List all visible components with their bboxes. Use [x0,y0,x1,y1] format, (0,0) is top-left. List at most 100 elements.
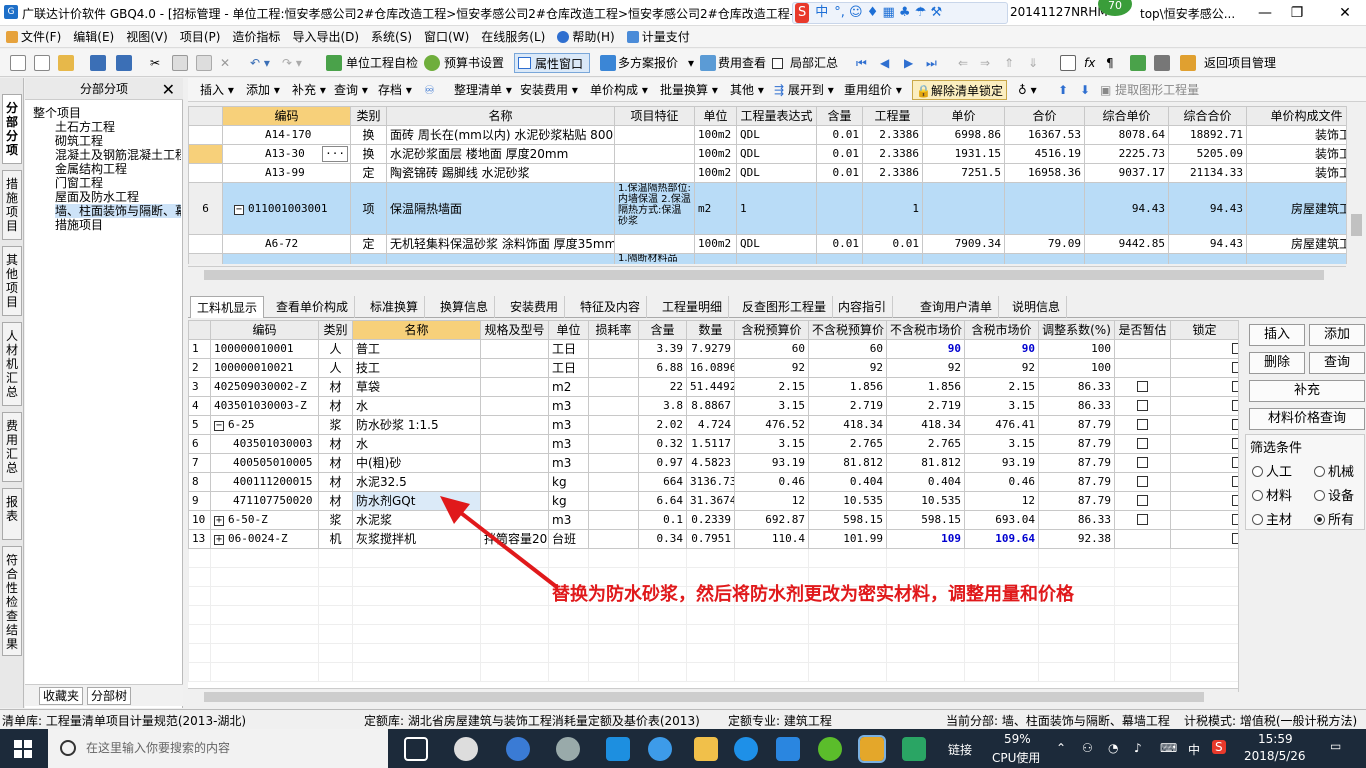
file-explorer-icon[interactable] [694,737,718,761]
bottom-grid-hscroll[interactable] [188,688,1238,704]
add-menu[interactable]: 添加 ▾ [246,80,280,100]
table-row[interactable]: 1.隔断材料品 [188,253,1346,264]
table-row[interactable]: A6-72 定 无机轻集料保温砂浆 涂料饰面 厚度35mm 100m2 QDL … [188,234,1346,254]
tab-install-fee[interactable]: 安装费用 [504,296,566,318]
dropdown-arrow[interactable]: ▾ [688,53,694,73]
hscroll-thumb[interactable] [204,270,1324,280]
tree-node-selected[interactable]: 墙、柱面装饰与隔断、幕 [55,204,181,218]
other-menu[interactable]: 其他 ▾ [730,80,764,100]
input-mode-icon[interactable]: ⌨ [1160,741,1177,755]
estimate-checkbox[interactable] [1137,514,1148,525]
col-qty[interactable]: 数量 [686,320,735,340]
extract-graphics-button[interactable]: ▣ 提取图形工程量 [1100,80,1199,100]
calculator-icon[interactable] [1060,55,1076,71]
col-spec[interactable]: 规格及型号 [480,320,549,340]
nav-prev-icon[interactable]: ◀ [880,53,889,73]
col-type[interactable]: 类别 [318,320,353,340]
edge-icon[interactable] [606,737,630,761]
expand-to-menu[interactable]: ⇶ 展开到 ▾ [774,80,834,100]
redo-icon[interactable]: ↷ ▾ [282,53,302,73]
move-down-icon[interactable]: ⇓ [1028,53,1038,73]
close-button[interactable]: ✕ [1330,3,1360,23]
360-icon[interactable] [556,737,580,761]
table-row[interactable]: 3 402509030002-Z 材草袋 m2 22 51.4492 2.15 1.856 1.… [188,377,1238,397]
estimate-checkbox[interactable] [1137,419,1148,430]
table-row[interactable]: 10 +6-50-Z 浆水泥浆 m3 0.1 0.2339 692.87 598.15 598.… [188,510,1238,530]
new-icon[interactable] [10,55,26,71]
taskbar-search-input[interactable]: 在这里输入你要搜索的内容 [48,729,388,768]
ime-mode[interactable]: 中 [815,3,828,23]
minimize-button[interactable]: — [1250,3,1280,23]
multi-scheme-button[interactable]: 多方案报价 [618,53,678,73]
ime-tools-icon[interactable]: °, ☺ ♦ ▦ ♣ ☂ ⚒ [834,3,942,23]
table-row[interactable]: 9 471107750020 材防水剂GQt kg 6.64 31.3674 12 10.53… [188,491,1238,511]
col-utotal[interactable]: 综合合价 [1168,106,1247,126]
delete-button[interactable]: 删除 [1249,352,1305,374]
link-toolbar[interactable]: 链接 [948,741,972,758]
archive-menu[interactable]: 存档 ▾ [378,80,412,100]
query-button[interactable]: 查询 [1309,352,1365,374]
reuse-menu[interactable]: 重用组价 ▾ [844,80,902,100]
glodon-icon[interactable] [902,737,926,761]
table-row[interactable]: 7 400505010005 材中(粗)砂 m3 0.97 4.5823 93.19 81.8… [188,453,1238,473]
binoculars-icon[interactable]: ♾ [424,80,435,100]
table-row[interactable]: 1 100000010001 人普工 工日 3.39 7.9279 60 60 90 90 100 [188,339,1238,359]
estimate-checkbox[interactable] [1137,438,1148,449]
nav-first-icon[interactable]: ⏮ [856,53,867,73]
sogou-icon[interactable]: S [795,3,810,23]
menu-cost-index[interactable]: 造价指标 [226,26,286,48]
tree-node[interactable]: 门窗工程 [55,176,103,190]
col-total[interactable]: 合价 [1004,106,1085,126]
nav-next-icon[interactable]: ▶ [904,53,913,73]
table-row[interactable]: 8 400111200015 材水泥32.5 kg 664 3136.73 0.46 0.40… [188,472,1238,492]
paragraph-icon[interactable]: ¶ [1106,53,1114,73]
menu-payment[interactable]: 计量支付 [621,26,696,48]
col-estimate[interactable]: 是否暂估 [1114,320,1171,340]
supplement-menu[interactable]: 补充 ▾ [292,80,326,100]
table-row[interactable]: 2 100000010021 人技工 工日 6.88 16.0896 92 92 92 92 100 [188,358,1238,378]
move-up-arrow-icon[interactable]: ⬆ [1058,80,1068,100]
col-notax-budget[interactable]: 不含税预算价 [808,320,887,340]
move-down-arrow-icon[interactable]: ⬇ [1080,80,1090,100]
move-right-icon[interactable]: ⇒ [980,53,990,73]
budget-settings-button[interactable]: 预算书设置 [444,53,504,73]
col-expr[interactable]: 工程量表达式 [736,106,817,126]
col-code[interactable]: 编码 [222,106,351,126]
tree-node[interactable]: 混凝土及钢筋混凝土工程 [55,148,181,162]
fan-app-icon[interactable] [454,737,478,761]
delete-icon[interactable]: ✕ [220,53,230,73]
undo-icon[interactable]: ↶ ▾ [250,53,270,73]
unit-price-menu[interactable]: 单价构成 ▾ [590,80,648,100]
organize-list-menu[interactable]: 整理清单 ▾ [454,80,512,100]
nav-last-icon[interactable]: ⏭ [926,53,937,73]
tree-node[interactable]: 措施项目 [55,218,103,232]
save-all-icon[interactable] [116,55,132,71]
col-name[interactable]: 名称 [386,106,615,126]
menu-view[interactable]: 视图(V) [120,26,174,48]
tab-convert-info[interactable]: 换算信息 [434,296,496,318]
insert-menu[interactable]: 插入 ▾ [200,80,234,100]
side-tab-items[interactable]: 分部分项 [2,94,22,164]
hscroll-thumb[interactable] [204,692,1204,702]
side-tab-compliance[interactable]: 符合性检查结果 [2,546,22,656]
tab-user-list[interactable]: 查询用户清单 [914,296,1000,318]
gray-cube-icon[interactable] [1154,55,1170,71]
green-app-icon[interactable] [818,737,842,761]
tree-node[interactable]: 土石方工程 [55,120,115,134]
table-row[interactable]: A13-99 定 陶瓷锦砖 踢脚线 水泥砂浆 100m2 QDL 0.01 2.… [188,163,1346,183]
notes-app-icon[interactable] [858,735,886,763]
section-tree-tab[interactable]: 分部树 [87,687,132,705]
col-code[interactable]: 编码 [210,320,319,340]
col-file[interactable]: 单价构成文件 [1246,106,1346,126]
tab-content-guide[interactable]: 内容指引 [832,296,894,318]
tab-qty-detail[interactable]: 工程量明细 [656,296,730,318]
radio-all[interactable]: 所有 [1314,509,1354,528]
add-button[interactable]: 添加 [1309,324,1365,346]
tab-labor-material[interactable]: 工料机显示 [190,296,265,318]
table-row[interactable]: A13-30 ··· 换 水泥砂浆面层 楼地面 厚度20mm 100m2 QDL … [188,144,1346,164]
side-tab-fee-summary[interactable]: 费用汇总 [2,412,22,482]
windows-start-icon[interactable] [14,740,32,758]
col-lock[interactable]: 锁定 [1170,320,1238,340]
notification-icon[interactable]: ▭ [1330,739,1341,753]
radio-equipment[interactable]: 设备 [1314,485,1354,504]
